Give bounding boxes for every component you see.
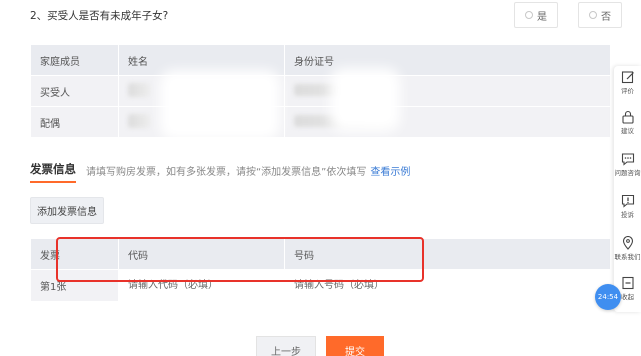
radio-no[interactable]: 否 bbox=[578, 2, 622, 28]
sidebar-item-consult[interactable]: 问题咨询 bbox=[614, 148, 641, 188]
edit-icon bbox=[621, 71, 634, 84]
invoice-hint: 请填写购房发票，如有多张发票，请按“添加发票信息”依次填写 bbox=[86, 167, 367, 178]
invoice-section-header: 发票信息 请填写购房发票，如有多张发票，请按“添加发票信息”依次填写 查看示例 bbox=[30, 161, 410, 183]
sidebar-item-label: 收起 bbox=[621, 293, 634, 301]
location-pin-icon bbox=[622, 236, 633, 250]
table-row: 配偶 bbox=[30, 106, 611, 138]
countdown-timer-badge[interactable]: 24:54 bbox=[595, 284, 621, 310]
highlight-annotation-box bbox=[56, 237, 424, 282]
sidebar-item-label: 评价 bbox=[621, 87, 634, 95]
sidebar-item-contact[interactable]: 联系我们 bbox=[614, 232, 641, 272]
add-invoice-button[interactable]: 添加发票信息 bbox=[30, 197, 104, 224]
radio-circle-icon bbox=[525, 11, 533, 19]
sidebar-item-label: 联系我们 bbox=[614, 253, 641, 261]
radio-yes[interactable]: 是 bbox=[514, 2, 558, 28]
sidebar-item-complain[interactable]: 投诉 bbox=[614, 190, 641, 230]
sidebar-item-label: 建议 bbox=[621, 127, 634, 135]
previous-step-button[interactable]: 上一步 bbox=[256, 336, 316, 356]
sidebar-item-label: 投诉 bbox=[621, 211, 634, 219]
sidebar-item-suggest[interactable]: 建议 bbox=[614, 106, 641, 146]
radio-no-label: 否 bbox=[601, 11, 611, 23]
alert-icon bbox=[621, 194, 634, 208]
question-text: 2、买受人是否有未成年子女? bbox=[30, 10, 169, 22]
table-header-row: 家庭成员 姓名 身份证号 bbox=[30, 44, 611, 76]
submit-button[interactable]: 提交 bbox=[326, 336, 384, 356]
floating-sidebar: 评价 建议 问题咨询 投诉 联系我们 收起 bbox=[614, 66, 641, 312]
member-label: 买受人 bbox=[30, 75, 119, 107]
chat-icon bbox=[621, 153, 634, 166]
lock-icon bbox=[621, 110, 634, 124]
header-member: 家庭成员 bbox=[30, 44, 119, 76]
collapse-icon bbox=[621, 276, 634, 290]
redaction-overlay bbox=[330, 68, 400, 132]
sidebar-item-evaluate[interactable]: 评价 bbox=[614, 66, 641, 106]
invoice-title: 发票信息 bbox=[30, 161, 76, 183]
redaction-overlay bbox=[160, 70, 280, 140]
family-members-table: 家庭成员 姓名 身份证号 买受人 配偶 bbox=[30, 44, 611, 138]
view-example-link[interactable]: 查看示例 bbox=[370, 163, 410, 178]
radio-circle-icon bbox=[589, 11, 597, 19]
table-row: 买受人 bbox=[30, 75, 611, 107]
sidebar-item-label: 问题咨询 bbox=[614, 169, 641, 177]
member-label: 配偶 bbox=[30, 106, 119, 138]
radio-yes-label: 是 bbox=[537, 11, 547, 23]
